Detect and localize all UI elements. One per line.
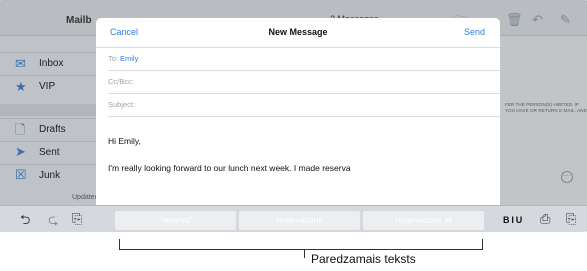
message-greeting[interactable]: Hi Emily,	[108, 136, 141, 146]
sidebar-item-label: Sent	[39, 147, 60, 158]
ipad-screen: Mailb 3 Messages 🗀 🗑 ↶ ✎ ✉ Inbox ★ VIP 🗋…	[0, 0, 587, 232]
redo-icon[interactable]: ⮎	[48, 211, 58, 232]
sidebar-item-label: Drafts	[39, 124, 66, 135]
to-field[interactable]: To: Emily	[108, 48, 500, 71]
to-label: To:	[108, 54, 119, 63]
paste-icon[interactable]: ⎘	[72, 211, 82, 227]
compose-icon[interactable]: ✎	[560, 12, 571, 28]
compose-title: New Message	[268, 27, 328, 37]
paperclip-icon[interactable]: ⎘	[566, 211, 576, 227]
reply-icon[interactable]: ↶	[532, 12, 543, 28]
reader-body-text: FER THE PERSON(S) HIBITED. IF YOU HAVE O…	[505, 102, 587, 113]
text-format-button[interactable]: B I U	[503, 215, 522, 225]
callout-pointer	[304, 249, 305, 258]
prediction-suggestion[interactable]: reservations	[239, 211, 360, 230]
prediction-typed-word[interactable]: "reserva"	[115, 211, 236, 230]
prediction-suggestion[interactable]: reservations at	[363, 211, 484, 230]
more-options-icon[interactable]: ⋯	[561, 171, 573, 183]
camera-icon[interactable]: ⎙	[540, 211, 550, 227]
cc-bcc-label: Cc/Bcc:	[108, 77, 134, 86]
callout-bracket	[119, 239, 483, 250]
updated-status: Updated	[72, 194, 99, 201]
mailboxes-title: Mailb	[66, 15, 92, 26]
recipient-token[interactable]: Emily	[120, 54, 138, 63]
keyboard-shortcut-bar: ⮌ ⮎ ⎘ "reserva" reservations reservation…	[0, 205, 587, 232]
cc-bcc-field[interactable]: Cc/Bcc:	[108, 71, 500, 94]
subject-label: Subject:	[108, 100, 136, 109]
inbox-tray-icon: ✉	[15, 56, 26, 71]
compose-sheet: Cancel New Message Send To: Emily Cc/Bcc:…	[96, 18, 500, 213]
junk-icon: ☒	[15, 167, 27, 182]
callout-label: Paredzamais teksts	[311, 252, 416, 266]
sidebar-item-label: Inbox	[39, 58, 64, 69]
undo-icon[interactable]: ⮌	[20, 211, 30, 232]
compose-header: Cancel New Message Send	[96, 18, 500, 48]
star-icon: ★	[15, 79, 27, 94]
trash-icon[interactable]: 🗑	[506, 12, 523, 28]
message-body[interactable]: I'm really looking forward to our lunch …	[108, 163, 351, 173]
sidebar-item-label: VIP	[39, 81, 56, 92]
document-icon: 🗋	[15, 122, 26, 137]
sidebar-item-label: Junk	[39, 170, 61, 181]
send-button[interactable]: Send	[464, 27, 485, 37]
subject-field[interactable]: Subject:	[108, 94, 500, 117]
paper-plane-icon: ➤	[15, 144, 26, 159]
